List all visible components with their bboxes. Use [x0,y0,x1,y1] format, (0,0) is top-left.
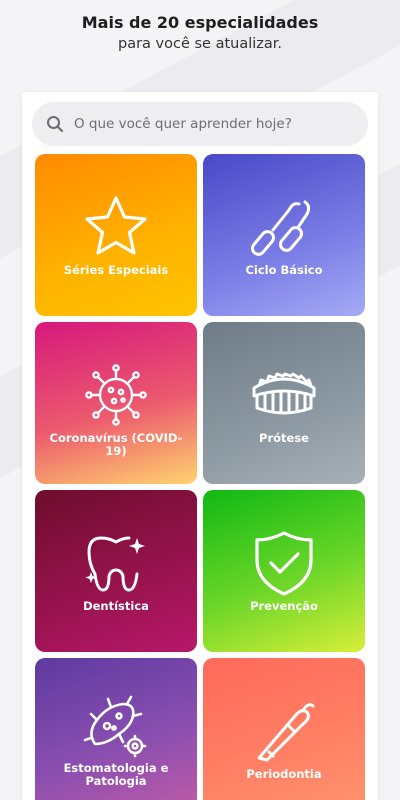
category-card-estomatologia-patologia[interactable]: Estomatologia e Patologia [35,658,197,800]
category-card-coronavirus[interactable]: Coronavírus (COVID-19) [35,322,197,484]
search-icon [47,116,64,133]
category-label: Prótese [259,431,309,445]
category-label: Prevenção [250,599,318,613]
periodontal-probe-icon [257,703,315,762]
category-label: Coronavírus (COVID-19) [49,431,183,458]
sparkling-tooth-icon [85,536,145,592]
category-card-prevencao[interactable]: Prevenção [203,490,365,652]
category-label: Ciclo Básico [245,263,323,277]
category-card-periodontia[interactable]: Periodontia [203,658,365,800]
category-card-ciclo-basico[interactable]: Ciclo Básico [203,154,365,316]
category-card-series-especiais[interactable]: Séries Especiais [35,154,197,316]
category-card-protese[interactable]: Prótese [203,322,365,484]
category-label: Dentística [83,599,149,613]
category-label: Estomatologia e Patologia [63,761,169,788]
page-title: Mais de 20 especialidades [81,13,319,32]
search-input[interactable] [74,116,344,132]
star-icon [85,196,147,255]
denture-icon [252,372,316,415]
category-label: Periodontia [246,767,322,781]
category-card-dentistica[interactable]: Dentística [35,490,197,652]
virus-icon [85,364,147,426]
header: Mais de 20 especialidades para você se a… [0,12,400,54]
dental-instruments-icon [251,200,311,256]
shield-check-icon [255,531,313,596]
bacteria-icon [83,695,147,758]
search-bar[interactable] [32,102,368,146]
page-subtitle: para você se atualizar. [117,36,283,52]
category-label: Séries Especiais [63,263,169,277]
